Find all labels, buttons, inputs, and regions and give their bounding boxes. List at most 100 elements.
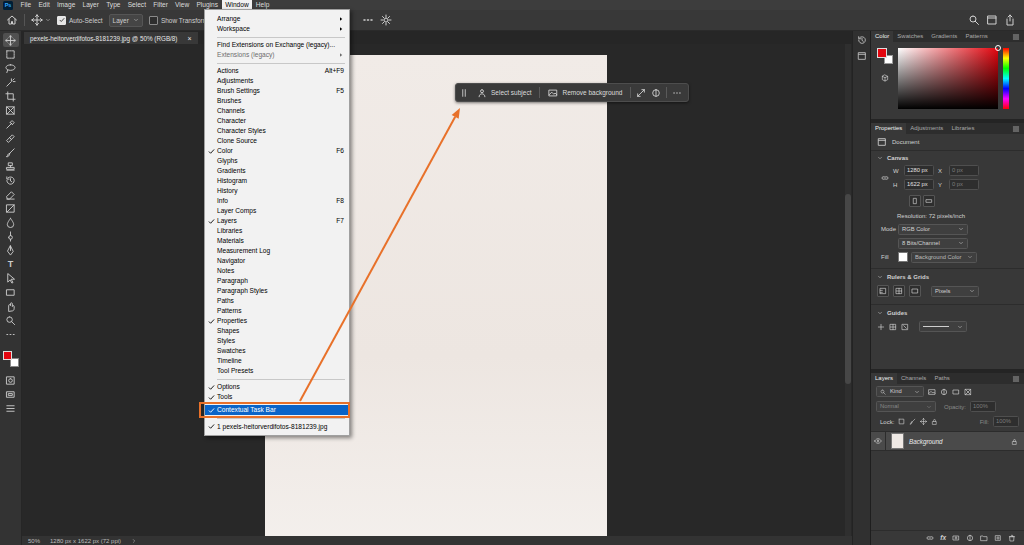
panel-menu-icon[interactable] bbox=[1012, 125, 1020, 133]
menu-bar-item[interactable]: Filter bbox=[150, 0, 172, 10]
quick-select-tool[interactable] bbox=[3, 75, 19, 89]
pixel-filter-icon[interactable] bbox=[928, 388, 936, 396]
guides-icon[interactable] bbox=[877, 323, 885, 331]
screen-mode-button[interactable] bbox=[3, 387, 19, 401]
new-group-icon[interactable] bbox=[980, 534, 988, 542]
menu-item[interactable]: Extensions (legacy) bbox=[205, 50, 349, 60]
grid-icon[interactable] bbox=[893, 285, 905, 297]
new-layer-icon[interactable] bbox=[994, 534, 1002, 542]
menu-item[interactable]: LayersF7 bbox=[205, 216, 349, 226]
foreground-background-colors[interactable] bbox=[3, 351, 19, 367]
type-tool[interactable]: T bbox=[3, 257, 19, 271]
landscape-icon[interactable] bbox=[923, 195, 935, 207]
menu-item[interactable]: Tools bbox=[205, 392, 349, 402]
menu-item[interactable]: Paragraph bbox=[205, 276, 349, 286]
lock-position-icon[interactable] bbox=[920, 418, 927, 425]
lock-icon[interactable] bbox=[1011, 438, 1018, 445]
panel-tab[interactable]: Swatches bbox=[893, 31, 927, 42]
menu-item[interactable]: Glyphs bbox=[205, 156, 349, 166]
panel-tab[interactable]: Patterns bbox=[961, 31, 991, 42]
foreground-color-swatch[interactable] bbox=[3, 351, 12, 360]
checkbox[interactable] bbox=[149, 16, 158, 25]
shape-tool[interactable] bbox=[3, 285, 19, 299]
hand-tool[interactable] bbox=[3, 299, 19, 313]
more-icon[interactable] bbox=[672, 88, 682, 98]
vertical-scrollbar[interactable] bbox=[845, 44, 851, 536]
dimension-field[interactable]: 1622 px bbox=[904, 179, 934, 190]
healing-tool[interactable] bbox=[3, 131, 19, 145]
lock-paint-icon[interactable] bbox=[909, 418, 916, 425]
eyedropper-tool[interactable] bbox=[3, 117, 19, 131]
menu-bar-item[interactable]: Select bbox=[124, 0, 150, 10]
menu-item[interactable]: Styles bbox=[205, 336, 349, 346]
fill-swatch[interactable] bbox=[898, 252, 908, 262]
pen-tool[interactable] bbox=[3, 243, 19, 257]
menu-item[interactable]: Adjustments bbox=[205, 76, 349, 86]
panel-menu-icon[interactable] bbox=[1012, 375, 1020, 383]
panel-tab[interactable]: Paths bbox=[930, 373, 953, 384]
path-select-tool[interactable] bbox=[3, 271, 19, 285]
add-mask-icon[interactable] bbox=[952, 534, 960, 542]
smart-object-filter-icon[interactable] bbox=[964, 388, 972, 396]
menu-bar-item[interactable]: Type bbox=[103, 0, 124, 10]
color-picker-marker[interactable] bbox=[995, 45, 1001, 51]
panel-tab[interactable]: Libraries bbox=[947, 123, 978, 134]
menu-item[interactable]: Swatches bbox=[205, 346, 349, 356]
lock-all-icon[interactable] bbox=[931, 418, 938, 425]
dimension-field[interactable]: 1280 px bbox=[904, 165, 934, 176]
menu-item[interactable]: Histogram bbox=[205, 176, 349, 186]
blend-mode-dropdown[interactable]: Normal bbox=[876, 401, 936, 412]
menu-item[interactable]: ColorF6 bbox=[205, 146, 349, 156]
marquee-tool[interactable] bbox=[3, 47, 19, 61]
foreground-color-swatch[interactable] bbox=[877, 48, 887, 58]
menu-item[interactable]: Clone Source bbox=[205, 136, 349, 146]
color-field[interactable] bbox=[898, 48, 998, 109]
menu-item[interactable]: Measurement Log bbox=[205, 246, 349, 256]
menu-item[interactable]: Navigator bbox=[205, 256, 349, 266]
gradient-tool[interactable] bbox=[3, 201, 19, 215]
gamut-warning-icon[interactable] bbox=[881, 74, 889, 82]
edit-toolbar-button[interactable] bbox=[3, 401, 19, 415]
menu-item[interactable]: ActionsAlt+F9 bbox=[205, 66, 349, 76]
visibility-toggle[interactable] bbox=[871, 432, 886, 450]
zoom-tool[interactable] bbox=[3, 313, 19, 327]
menu-item[interactable]: Arrange bbox=[205, 14, 349, 24]
menu-item[interactable]: Find Extensions on Exchange (legacy)... bbox=[205, 40, 349, 50]
menu-item[interactable]: Paths bbox=[205, 296, 349, 306]
menu-item[interactable]: Shapes bbox=[205, 326, 349, 336]
share-icon[interactable] bbox=[1004, 14, 1016, 26]
menu-item[interactable]: Properties bbox=[205, 316, 349, 326]
task-bar-button[interactable]: Select subject bbox=[474, 86, 534, 100]
trash-icon[interactable] bbox=[1008, 534, 1016, 542]
guide-style-dropdown[interactable] bbox=[919, 321, 967, 332]
more-tool[interactable] bbox=[3, 327, 19, 341]
menu-item[interactable]: Brush SettingsF5 bbox=[205, 86, 349, 96]
mode-dropdown[interactable]: RGB Color bbox=[898, 224, 968, 235]
link-icon[interactable] bbox=[881, 174, 889, 182]
menu-item[interactable]: Character Styles bbox=[205, 126, 349, 136]
zoom-level[interactable]: 50% bbox=[28, 538, 40, 544]
gear-icon[interactable] bbox=[380, 14, 392, 26]
panel-menu-icon[interactable] bbox=[1012, 33, 1020, 41]
menu-item[interactable]: InfoF8 bbox=[205, 196, 349, 206]
rulers-grids-section-header[interactable]: Rulers & Grids bbox=[871, 268, 1024, 282]
panel-tab[interactable]: Adjustments bbox=[906, 123, 947, 134]
layer-style-button[interactable]: fx bbox=[940, 534, 946, 541]
search-icon[interactable] bbox=[968, 14, 980, 26]
menu-item[interactable]: Character bbox=[205, 116, 349, 126]
move-tool-preset[interactable] bbox=[31, 14, 51, 26]
panel-tab[interactable]: Channels bbox=[897, 373, 930, 384]
chevron-right-icon[interactable] bbox=[131, 538, 137, 544]
history-icon[interactable] bbox=[857, 35, 867, 45]
blur-tool[interactable] bbox=[3, 215, 19, 229]
frame-tool[interactable] bbox=[3, 103, 19, 117]
canvas[interactable]: Select subject Remove background bbox=[22, 44, 852, 536]
menu-item[interactable]: Layer Comps bbox=[205, 206, 349, 216]
menu-item[interactable]: Materials bbox=[205, 236, 349, 246]
checkbox[interactable] bbox=[57, 16, 66, 25]
task-bar-button[interactable]: Remove background bbox=[545, 86, 625, 100]
menu-item[interactable]: 1 pexels-heitorverdifotos-8181239.jpg bbox=[205, 422, 349, 432]
bit-depth-dropdown[interactable]: 8 Bits/Channel bbox=[898, 238, 968, 249]
dimension-field[interactable]: 0 px bbox=[949, 179, 979, 190]
shape-filter-icon[interactable] bbox=[952, 388, 960, 396]
